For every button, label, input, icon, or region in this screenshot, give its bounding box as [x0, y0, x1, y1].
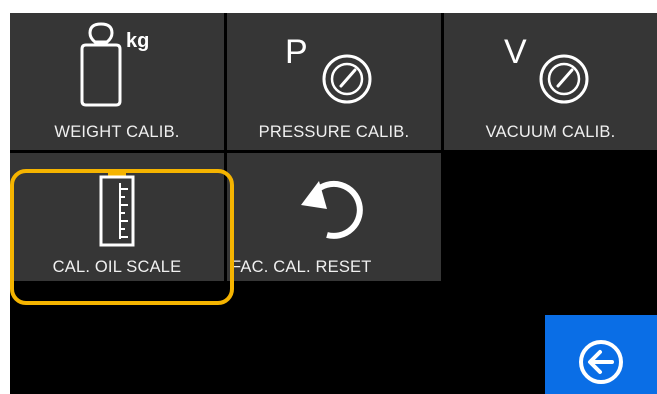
weight-unit-label: kg	[126, 30, 149, 52]
pressure-calib-tile[interactable]: P PRESSURE CALIB.	[227, 13, 441, 150]
pressure-gauge-icon: P	[285, 33, 372, 104]
vacuum-calib-tile[interactable]: V VACUUM CALIB.	[444, 13, 657, 150]
reset-icon	[301, 180, 363, 239]
weight-calib-tile[interactable]: kg WEIGHT CALIB.	[10, 13, 224, 150]
fac-cal-reset-label: FAC. CAL. RESET	[231, 258, 372, 276]
fac-cal-reset-tile[interactable]: FAC. CAL. RESET	[227, 153, 441, 281]
oil-scale-icon	[99, 171, 135, 247]
vacuum-calib-label: VACUUM CALIB.	[485, 123, 616, 141]
cal-oil-scale-label: CAL. OIL SCALE	[52, 258, 182, 276]
back-button[interactable]	[545, 315, 657, 394]
back-arrow-icon	[579, 340, 623, 384]
vacuum-gauge-icon: V	[504, 33, 589, 104]
vacuum-letter: V	[504, 33, 527, 71]
pressure-calib-label: PRESSURE CALIB.	[258, 123, 410, 141]
cal-oil-scale-tile[interactable]: CAL. OIL SCALE	[10, 153, 224, 281]
pressure-letter: P	[285, 33, 308, 71]
weight-calib-label: WEIGHT CALIB.	[54, 123, 180, 141]
calibration-menu-screen: kg WEIGHT CALIB. P PRESSURE CALIB. V VAC…	[10, 13, 657, 394]
weight-kg-icon: kg	[80, 22, 149, 107]
